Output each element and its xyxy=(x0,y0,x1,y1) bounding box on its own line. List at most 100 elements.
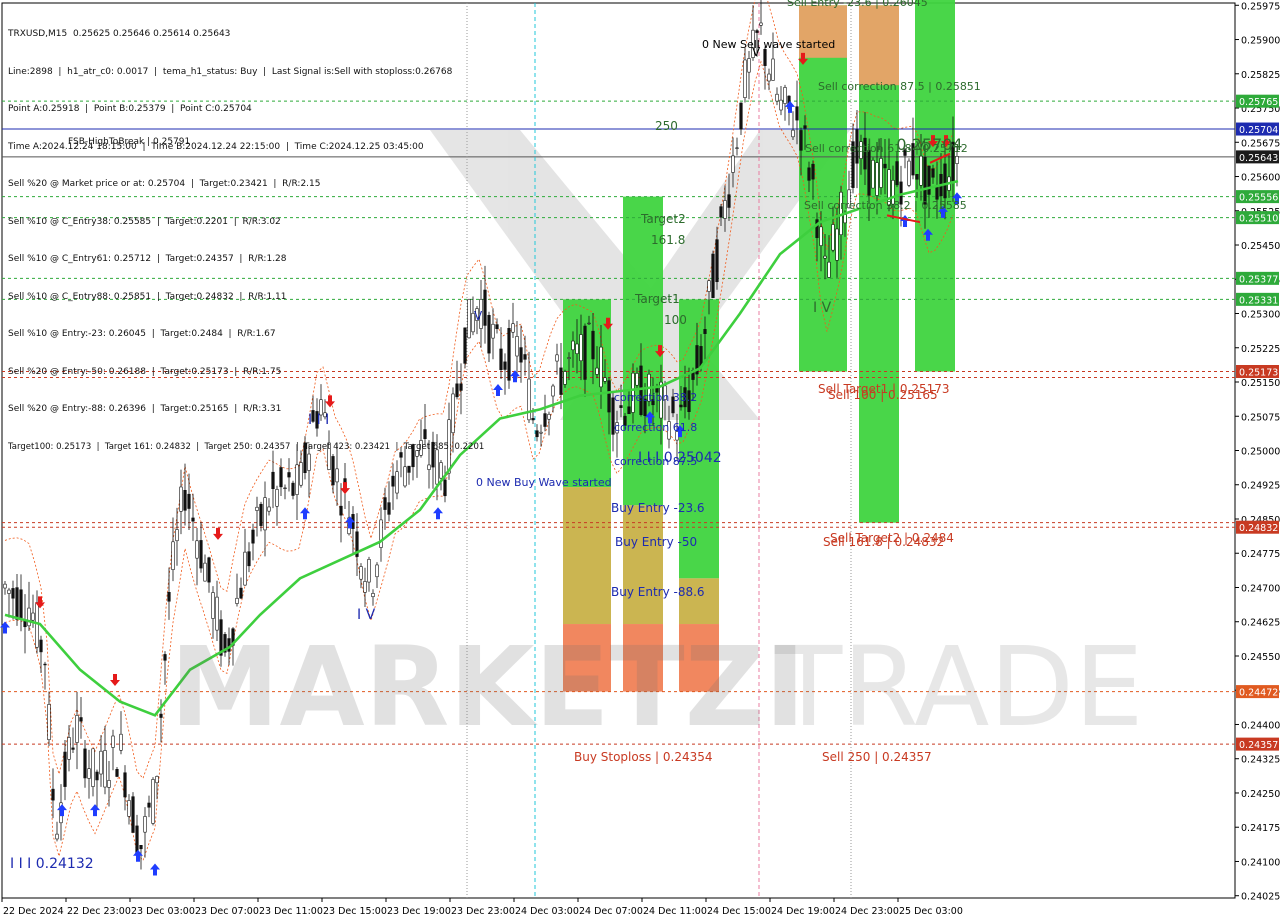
candle-body xyxy=(67,737,71,760)
candle-body xyxy=(619,405,623,408)
price-tag-label: 0.25377 xyxy=(1239,274,1278,285)
y-tick-label: 0.25150 xyxy=(1241,378,1280,389)
candle-body xyxy=(11,588,15,599)
info-panel: TRXUSD,M15 0.25625 0.25646 0.25614 0.256… xyxy=(8,3,484,478)
x-tick-label: 23 Dec 03:00 xyxy=(131,906,195,917)
candle-body xyxy=(387,502,391,515)
candle-body xyxy=(251,529,255,544)
y-tick-label: 0.25600 xyxy=(1241,173,1280,184)
candle-body xyxy=(743,59,747,98)
candle-body xyxy=(83,748,87,779)
candle-body xyxy=(907,160,911,186)
candle-body xyxy=(723,200,727,219)
sell-100-label: Sell 100 | 0.25165 xyxy=(828,388,938,402)
candle-body xyxy=(819,226,823,246)
candle-body xyxy=(239,587,243,599)
sell-correction-38-label: Sell correction 38.2 | 0.25585 xyxy=(804,199,967,212)
candle-body xyxy=(159,713,163,718)
candle-body xyxy=(183,490,187,511)
y-tick-label: 0.24550 xyxy=(1241,652,1280,663)
candle-body xyxy=(727,194,731,208)
candle-body xyxy=(263,497,267,531)
candle-body xyxy=(519,347,523,363)
candle-body xyxy=(711,253,715,298)
candle-body xyxy=(87,768,91,779)
candle-body xyxy=(603,377,607,382)
candle-body xyxy=(943,163,947,199)
buy-entry-50-label: Buy Entry -50 xyxy=(615,535,697,549)
info-line-5: Sell %10 @ C_Entry61: 0.25712 | Target:0… xyxy=(8,254,287,264)
y-tick-label: 0.24250 xyxy=(1241,789,1280,800)
buy-stoploss-label: Buy Stoploss | 0.24354 xyxy=(574,750,713,764)
y-tick-label: 0.24175 xyxy=(1241,823,1280,834)
x-tick-label: 22 Dec 2024 xyxy=(3,906,64,917)
candle-body xyxy=(19,589,23,619)
candle-body xyxy=(883,163,887,169)
candle-body xyxy=(823,255,827,259)
x-tick-label: 24 Dec 19:00 xyxy=(771,906,835,917)
candle-body xyxy=(875,162,879,196)
y-tick-label: 0.25000 xyxy=(1241,447,1280,458)
target2-label: Target2 xyxy=(640,212,686,226)
candle-body xyxy=(763,49,767,66)
candle-body xyxy=(807,167,811,181)
y-tick-label: 0.25075 xyxy=(1241,412,1280,423)
candle-body xyxy=(867,150,871,196)
candle-body xyxy=(175,529,179,542)
candle-body xyxy=(107,780,111,788)
wave-b-label: I V xyxy=(813,300,832,316)
candle-body xyxy=(127,800,131,817)
candle-body xyxy=(111,735,115,748)
candle-body xyxy=(51,788,55,801)
price-tag-label: 0.25643 xyxy=(1239,153,1278,164)
candle-body xyxy=(563,371,567,385)
watermark-text: MARKETZI xyxy=(170,623,805,751)
candle-body xyxy=(607,380,611,413)
candle-body xyxy=(579,334,583,362)
info-line-4: Sell %10 @ C_Entry38: 0.25585 | Target:0… xyxy=(8,216,281,227)
candle-body xyxy=(35,602,39,648)
candle-body xyxy=(123,772,127,798)
wave-c-label: I I I 0.25704 xyxy=(867,135,963,154)
candle-body xyxy=(923,156,927,205)
y-tick-label: 0.24700 xyxy=(1241,583,1280,594)
info-line-9: Sell %20 @ Entry:-88: 0.26396 | Target:0… xyxy=(8,404,282,414)
candle-body xyxy=(595,367,599,375)
buy-entry-23-label: Buy Entry -23.6 xyxy=(611,501,705,515)
candle-body xyxy=(195,540,199,559)
candle-body xyxy=(171,541,175,570)
candle-body xyxy=(735,147,739,149)
x-tick-label: 23 Dec 11:00 xyxy=(259,906,323,917)
candle-body xyxy=(95,771,99,781)
info-line-7: Sell %10 @ Entry:-23: 0.26045 | Target:0… xyxy=(8,329,276,339)
y-tick-label: 0.25225 xyxy=(1241,344,1280,355)
chart-window: MARKETZI TRADE Target2 161.8 Target1 100 Buy E… xyxy=(0,0,1280,920)
candle-body xyxy=(803,125,807,129)
y-tick-label: 0.24025 xyxy=(1241,892,1280,903)
candle-body xyxy=(551,385,555,397)
candle-body xyxy=(843,214,847,224)
candle-body xyxy=(559,367,563,395)
candle-body xyxy=(759,22,763,26)
candle-body xyxy=(71,747,75,750)
candle-body xyxy=(535,430,539,438)
buy-entry-88-label: Buy Entry -88.6 xyxy=(611,585,705,599)
candle-body xyxy=(527,378,531,421)
y-tick-label: 0.24325 xyxy=(1241,755,1280,766)
candle-body xyxy=(571,340,575,351)
candle-body xyxy=(187,493,191,509)
candle-body xyxy=(795,106,799,121)
candle-body xyxy=(291,482,295,496)
candle-body xyxy=(775,93,779,102)
wave-v-top-label: V xyxy=(752,45,761,59)
candle-body xyxy=(567,357,571,359)
candle-body xyxy=(75,715,79,743)
candle-body xyxy=(211,592,215,619)
price-tag-label: 0.25510 xyxy=(1239,214,1278,225)
candle-body xyxy=(247,551,251,567)
x-tick-label: 23 Dec 19:00 xyxy=(387,906,451,917)
candle-body xyxy=(79,717,83,722)
candle-body xyxy=(555,354,559,362)
y-tick-label: 0.25900 xyxy=(1241,36,1280,47)
target2-value: 161.8 xyxy=(651,233,685,247)
